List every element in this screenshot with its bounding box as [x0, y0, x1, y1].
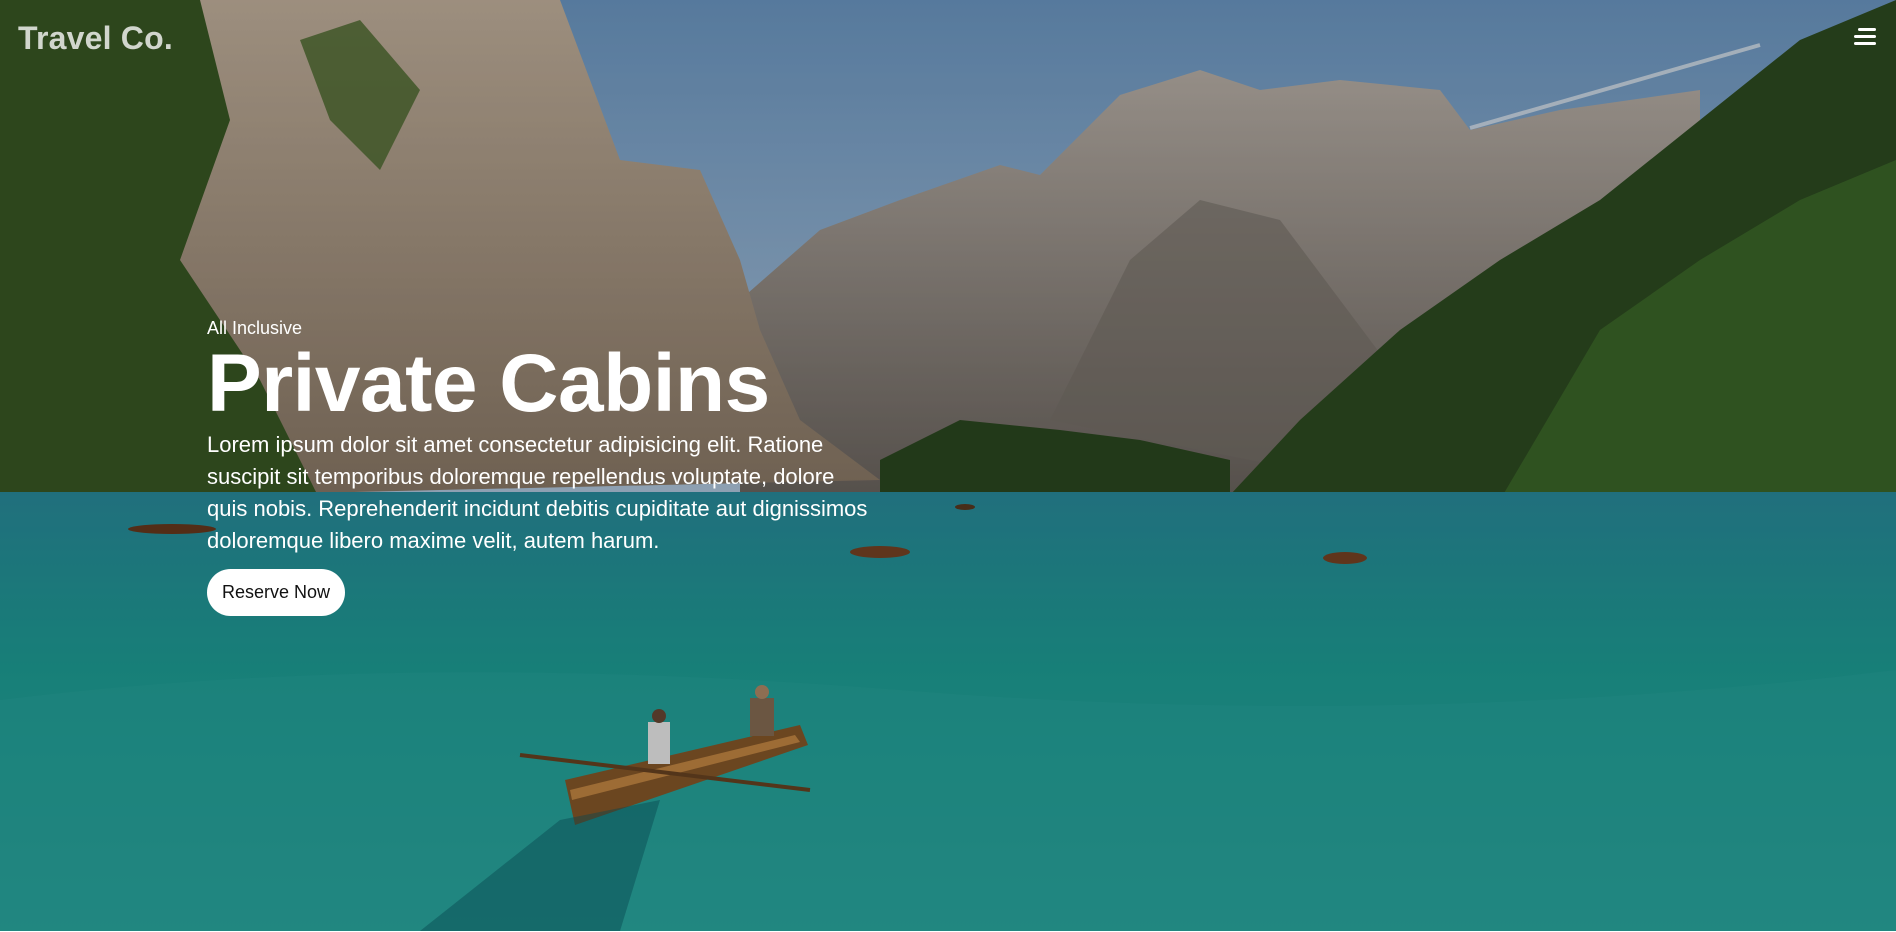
hamburger-menu-icon[interactable]	[1852, 26, 1876, 46]
hero-content: All Inclusive Private Cabins Lorem ipsum…	[207, 318, 887, 616]
menu-bar	[1854, 35, 1876, 38]
menu-bar	[1858, 28, 1876, 31]
brand-logo[interactable]: Travel Co.	[18, 20, 173, 57]
hero-title: Private Cabins	[207, 338, 770, 429]
hero-section: Travel Co. All Inclusive Private Cabins …	[0, 0, 1896, 931]
menu-bar	[1854, 42, 1876, 45]
hero-description: Lorem ipsum dolor sit amet consectetur a…	[207, 432, 868, 553]
hero-eyebrow: All Inclusive	[207, 318, 303, 338]
reserve-now-button[interactable]: Reserve Now	[207, 568, 346, 616]
